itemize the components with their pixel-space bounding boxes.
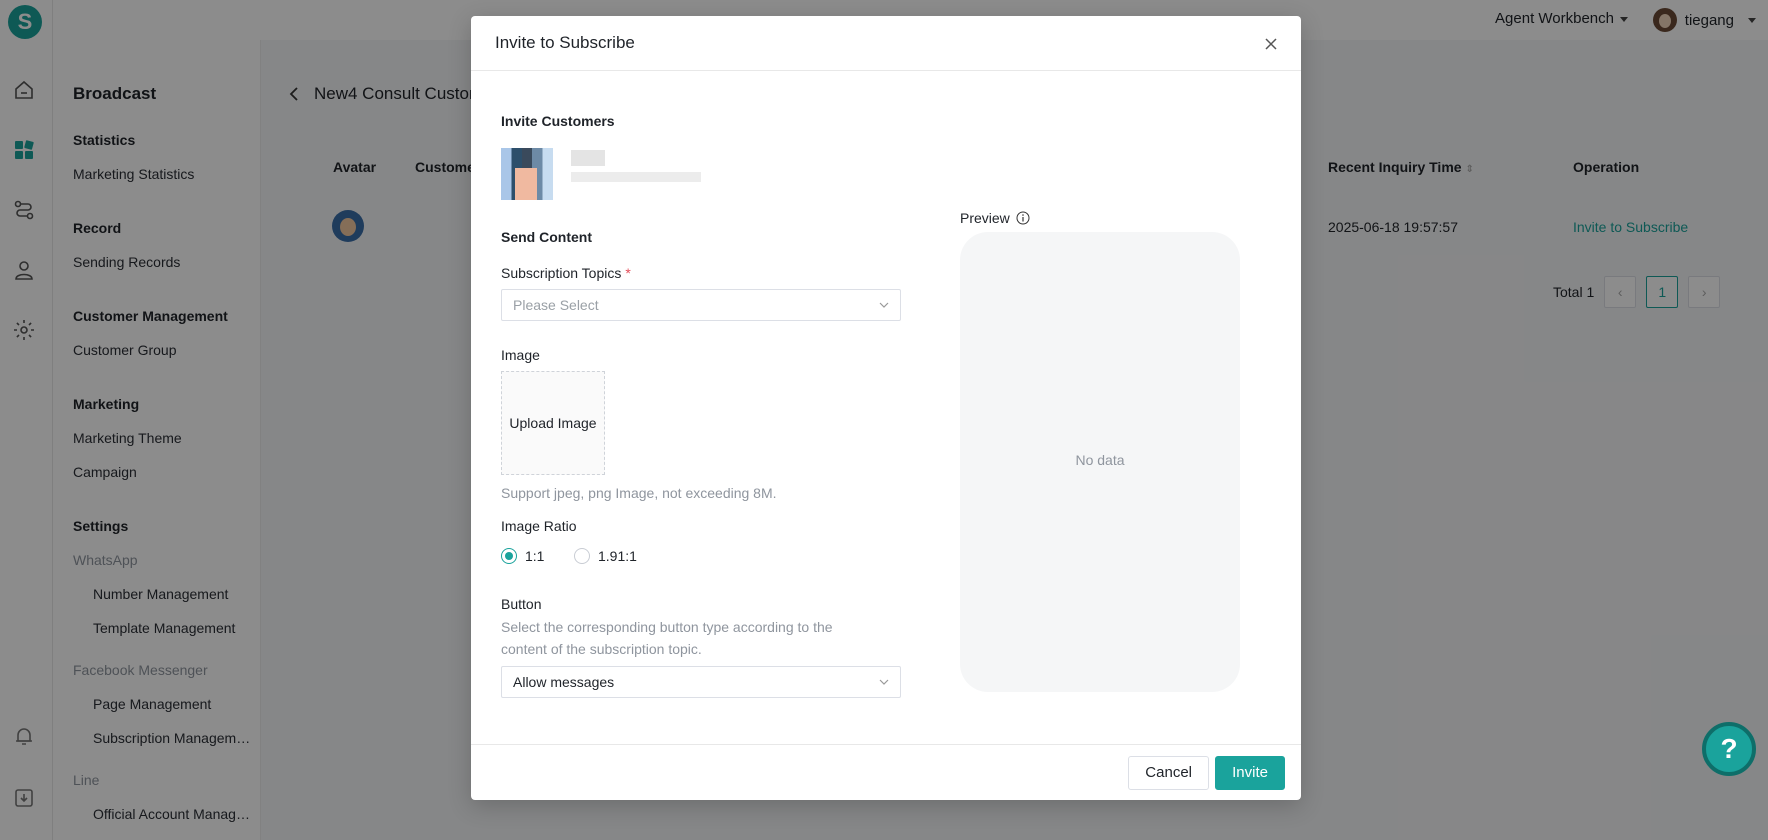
help-button[interactable]: ? — [1702, 722, 1756, 776]
preview-phone: No data — [960, 232, 1240, 692]
modal-title: Invite to Subscribe — [495, 33, 635, 52]
customer-name-blurred — [571, 150, 605, 166]
radio-unchecked-icon — [574, 548, 590, 564]
subscription-topics-label: Subscription Topics * — [501, 265, 631, 281]
invite-button[interactable]: Invite — [1215, 756, 1285, 790]
preview-label: Preview — [960, 210, 1030, 226]
cancel-button[interactable]: Cancel — [1128, 756, 1209, 790]
send-content-label: Send Content — [501, 229, 592, 245]
close-icon[interactable] — [1263, 36, 1279, 52]
info-icon[interactable] — [1016, 211, 1030, 225]
button-label: Button — [501, 596, 542, 612]
subscription-topics-select[interactable]: Please Select — [501, 289, 901, 321]
question-icon: ? — [1720, 733, 1738, 764]
button-type-select[interactable]: Allow messages — [501, 666, 901, 698]
required-mark: * — [625, 265, 631, 281]
modal-body: Invite Customers Send Content Subscripti… — [471, 72, 1301, 744]
modal-header: Invite to Subscribe — [471, 16, 1301, 71]
image-ratio-label: Image Ratio — [501, 518, 577, 534]
upload-image-button[interactable]: Upload Image — [501, 371, 605, 475]
ratio-radio-1-1[interactable]: 1:1 — [501, 548, 544, 564]
image-label: Image — [501, 347, 540, 363]
chevron-down-icon — [879, 302, 889, 308]
invite-customers-label: Invite Customers — [501, 113, 615, 129]
button-hint-line2: content of the subscription topic. — [501, 641, 702, 657]
customer-avatar — [501, 148, 553, 200]
upload-hint: Support jpeg, png Image, not exceeding 8… — [501, 485, 777, 501]
invite-modal: Invite to Subscribe Invite Customers Sen… — [471, 16, 1301, 800]
radio-checked-icon — [501, 548, 517, 564]
chevron-down-icon — [879, 679, 889, 685]
modal-footer: Cancel Invite — [471, 744, 1301, 800]
preview-empty-text: No data — [1075, 452, 1125, 468]
ratio-radio-1-91-1[interactable]: 1.91:1 — [574, 548, 637, 564]
button-hint-line1: Select the corresponding button type acc… — [501, 619, 833, 635]
customer-id-blurred — [571, 172, 701, 182]
